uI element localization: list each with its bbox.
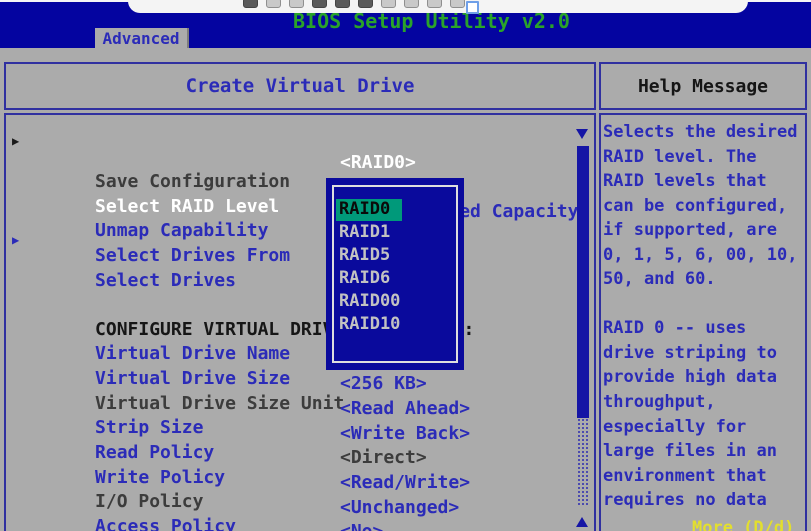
help-line: especially for (603, 416, 807, 441)
help-line: provide high data (603, 366, 807, 391)
menu-item-value: <Direct> (340, 447, 427, 469)
help-panel-title-label: Help Message (638, 76, 768, 97)
help-line: drive striping to (603, 342, 807, 367)
help-line: 50, and 60. (603, 268, 807, 293)
toolbar-glyph-icon[interactable] (358, 0, 373, 8)
menu-row[interactable]: Virtual Drive Size Unit (6, 349, 572, 374)
tab-advanced[interactable]: Advanced (95, 28, 189, 48)
help-line: 0, 1, 5, 6, 00, 10, (603, 244, 807, 269)
scrollbar-track[interactable] (577, 418, 589, 506)
menu-item-value: <RAID0> (340, 152, 416, 174)
menu-row[interactable]: Select RAID Level <RAID0> (6, 152, 572, 177)
dropdown-options: RAID0RAID1RAID5RAID6RAID00RAID10 (339, 199, 458, 337)
dropdown-option[interactable]: RAID1 (339, 222, 458, 245)
menu-row[interactable] (6, 250, 572, 275)
help-line: environment that (603, 465, 807, 490)
help-line (603, 293, 807, 318)
dropdown-option[interactable]: RAID5 (339, 245, 458, 268)
menu-row[interactable]: ▶ Select Drives (6, 226, 572, 251)
help-line: requires no data (603, 489, 807, 514)
menu-row[interactable]: Read Policy <Read Ahead> (6, 398, 572, 423)
page-title-label: Create Virtual Drive (186, 75, 415, 97)
help-line: throughput, (603, 391, 807, 416)
toolbar-glyph-icon[interactable] (312, 0, 327, 8)
checkbox-icon[interactable] (466, 1, 479, 14)
menu-row[interactable]: Select Drives From <Unconfigured Capacit… (6, 201, 572, 226)
menu-row[interactable]: Unmap Capability (6, 176, 572, 201)
toolbar-glyph-icon[interactable] (335, 0, 350, 8)
help-line: RAID 0 -- uses (603, 317, 807, 342)
menu-item-value: <256 KB> (340, 373, 427, 395)
menu-row[interactable]: Strip Size <256 KB> (6, 373, 572, 398)
help-text: Selects the desiredRAID level. TheRAID l… (603, 121, 807, 514)
menu-item-value: <Read/Write> (340, 472, 470, 494)
scroll-indicator-top-icon[interactable] (576, 129, 588, 139)
menu-row[interactable]: Virtual Drive Name (6, 299, 572, 324)
menu-row[interactable]: Write Policy <Write Back> (6, 423, 572, 448)
options-list: ▶ Save Configuration Select RAID Level <… (6, 127, 572, 531)
dropdown-option[interactable]: RAID10 (339, 314, 458, 337)
menu-row[interactable]: ▶ Save Configuration (6, 127, 572, 152)
submenu-arrow-icon: ▶ (12, 229, 19, 251)
more-hint: More (D/d) (692, 518, 794, 531)
help-line: RAID level. The (603, 146, 807, 171)
help-line: RAID levels that (603, 170, 807, 195)
help-line: large files in an (603, 440, 807, 465)
help-line: can be configured, (603, 195, 807, 220)
toolbar-glyph-icon[interactable] (381, 0, 396, 8)
bios-screen: BIOS Setup Utility v2.0 Advanced Create … (0, 0, 811, 531)
raid-level-dropdown: RAID0RAID1RAID5RAID6RAID00RAID10 (326, 178, 464, 370)
menu-item-value: <Read Ahead> (340, 398, 470, 420)
menu-row[interactable]: Virtual Drive Size (6, 324, 572, 349)
menu-row[interactable]: Drive Cache <Unchanged> (6, 497, 572, 522)
toolbar-glyph-icon[interactable] (289, 0, 304, 8)
dropdown-option[interactable]: RAID6 (339, 268, 458, 291)
help-line: Selects the desired (603, 121, 807, 146)
scroll-indicator-bottom-icon[interactable] (576, 517, 588, 527)
menu-row[interactable]: I/O Policy <Direct> (6, 447, 572, 472)
page-title: Create Virtual Drive (4, 62, 596, 110)
help-panel-title: Help Message (599, 62, 807, 110)
toolbar-glyph-icon[interactable] (243, 0, 258, 8)
toolbar-glyph-icon[interactable] (266, 0, 281, 8)
overlay-toolbar (128, 0, 748, 13)
menu-item-value: <No> (340, 521, 383, 531)
menu-row[interactable]: Access Policy <Read/Write> (6, 472, 572, 497)
submenu-arrow-icon: ▶ (12, 130, 19, 152)
menu-row[interactable]: CONFIGURE VIRTUAL DRIVE PARAMETERS: (6, 275, 572, 300)
menu-item-value: <Write Back> (340, 423, 470, 445)
dropdown-option[interactable]: RAID0 (339, 199, 458, 222)
toolbar-glyph-icon[interactable] (404, 0, 419, 8)
scrollbar-thumb[interactable] (577, 146, 589, 418)
dropdown-option[interactable]: RAID00 (339, 291, 458, 314)
menu-item-value: <Unchanged> (340, 497, 459, 519)
menu-row[interactable]: Disable Background <No> (6, 521, 572, 531)
help-line: if supported, are (603, 219, 807, 244)
toolbar-glyph-icon[interactable] (427, 0, 442, 8)
toolbar-glyph-icon[interactable] (450, 0, 465, 8)
